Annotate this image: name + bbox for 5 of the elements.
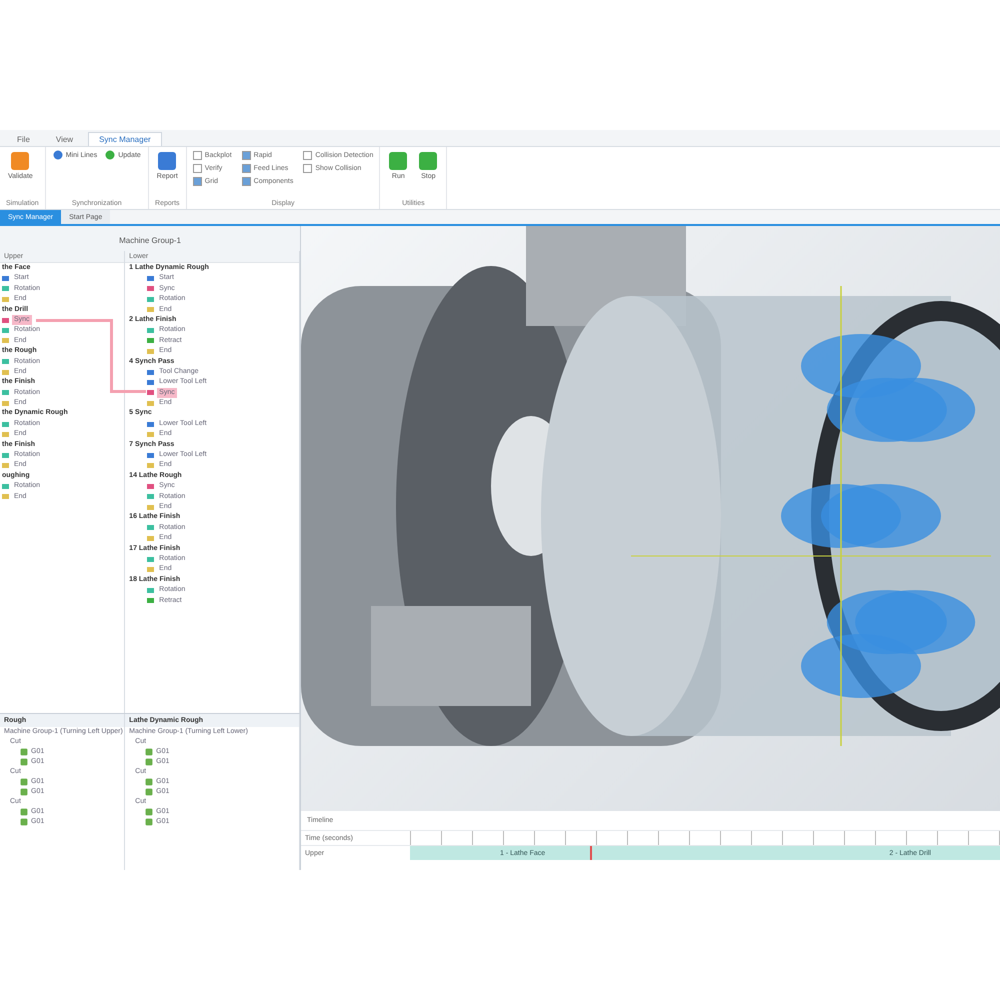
ribbon-tab[interactable]: Sync Manager [88,132,162,146]
ribbon-tab[interactable]: File [6,132,41,146]
ribbon-tab[interactable]: View [44,132,84,146]
time-cursor[interactable] [590,846,592,860]
panel-title: Machine Group-1 [0,226,300,251]
